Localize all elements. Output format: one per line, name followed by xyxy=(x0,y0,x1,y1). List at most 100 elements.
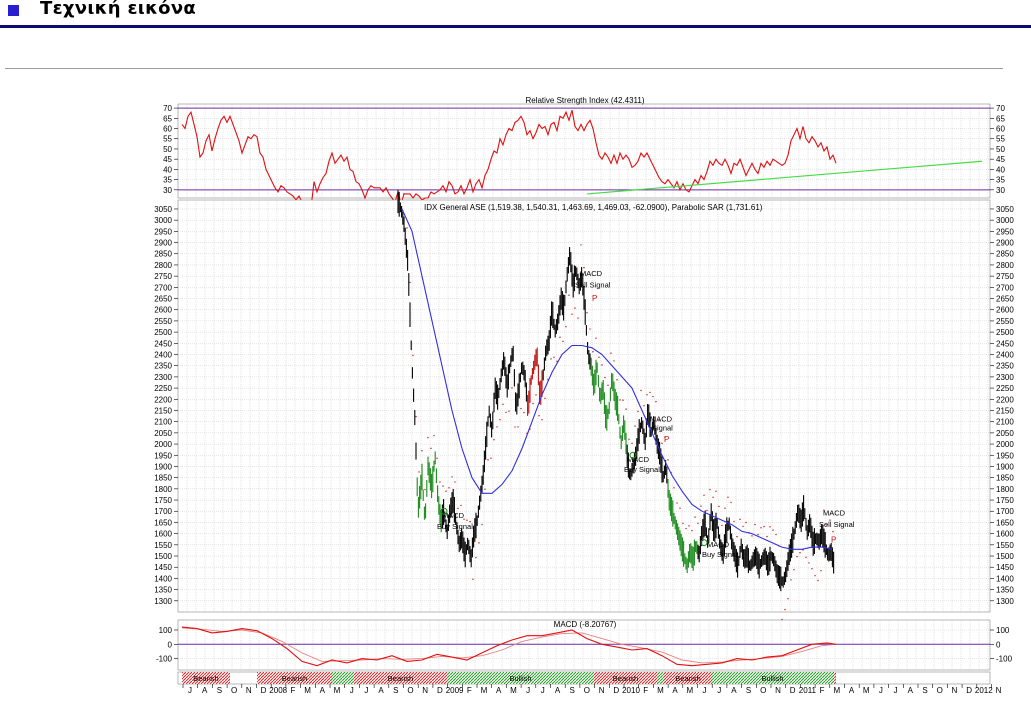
price-ytick-left: 2500 xyxy=(154,328,172,337)
price-ytick-right: 2250 xyxy=(996,384,1014,393)
price-ytick-right: 1850 xyxy=(996,474,1014,483)
sar-dot xyxy=(733,520,735,523)
sar-dot xyxy=(457,507,459,510)
x-tick-label: N xyxy=(996,686,1002,695)
signal-label: Signal xyxy=(652,424,673,433)
sar-dot xyxy=(685,527,687,530)
sar-dot xyxy=(511,387,513,389)
x-tick-label: F xyxy=(643,686,648,695)
sar-dot xyxy=(487,459,489,461)
price-ytick-left: 2700 xyxy=(154,283,172,292)
x-tick-label: D xyxy=(437,686,443,695)
sar-dot xyxy=(616,379,618,381)
sar-dot xyxy=(649,391,651,394)
x-tick-label: A xyxy=(496,686,502,695)
sar-dot xyxy=(601,364,603,366)
sar-dot xyxy=(751,535,753,537)
price-title: IDX General ASE (1,519.38, 1,540.31, 1,4… xyxy=(424,203,763,212)
price-ytick-right: 1700 xyxy=(996,507,1014,516)
sar-dot xyxy=(790,579,792,581)
regime-label: Bearish xyxy=(282,674,307,683)
sar-dot xyxy=(808,562,810,564)
sar-dot xyxy=(817,579,819,582)
sar-dot xyxy=(682,522,684,525)
price-ytick-left: 1700 xyxy=(154,507,172,516)
price-ytick-left: 2600 xyxy=(154,306,172,315)
x-tick-label: F xyxy=(467,686,472,695)
x-tick-label: A xyxy=(672,686,678,695)
rsi-ytick-right: 50 xyxy=(996,145,1005,154)
sar-dot xyxy=(667,459,669,461)
sar-dot xyxy=(637,410,639,413)
price-ytick-left: 2550 xyxy=(154,317,172,326)
sar-dot xyxy=(565,326,567,328)
sar-dot xyxy=(454,481,456,483)
price-ytick-right: 1400 xyxy=(996,574,1014,583)
sar-dot xyxy=(580,244,582,246)
signal-label: MACD xyxy=(442,511,465,520)
sar-dot xyxy=(619,399,621,401)
sar-dot xyxy=(439,481,441,483)
sar-dot xyxy=(691,529,693,532)
sar-dot xyxy=(442,485,444,487)
price-ytick-right: 1950 xyxy=(996,451,1014,460)
rsi-ytick-right: 70 xyxy=(996,104,1005,113)
x-tick-label: N xyxy=(952,686,958,695)
sar-dot xyxy=(586,312,588,314)
sar-dot xyxy=(754,523,756,526)
x-tick-label: 2008 xyxy=(269,686,287,695)
price-ytick-left: 1650 xyxy=(154,518,172,527)
price-ytick-right: 1350 xyxy=(996,586,1014,595)
x-tick-label: J xyxy=(350,686,354,695)
sar-dot xyxy=(784,608,786,611)
sar-dot xyxy=(475,556,477,559)
sar-dot xyxy=(571,313,573,315)
price-ytick-left: 1750 xyxy=(154,496,172,505)
sar-dot xyxy=(676,502,678,504)
x-tick-label: F xyxy=(290,686,295,695)
price-ytick-left: 1500 xyxy=(154,552,172,561)
rsi-ytick-left: 30 xyxy=(163,186,172,195)
x-tick-label: M xyxy=(481,686,488,695)
price-ytick-left: 2300 xyxy=(154,373,172,382)
sar-dot xyxy=(574,307,576,309)
sar-dot xyxy=(661,442,663,445)
price-ytick-right: 2650 xyxy=(996,295,1014,304)
x-tick-label: N xyxy=(599,686,605,695)
price-ytick-right: 2000 xyxy=(996,440,1014,449)
price-ytick-right: 1900 xyxy=(996,462,1014,471)
price-ytick-right: 1450 xyxy=(996,563,1014,572)
sar-dot xyxy=(403,193,405,195)
price-ytick-left: 2750 xyxy=(154,272,172,281)
x-tick-label: A xyxy=(908,686,914,695)
sar-dot xyxy=(730,501,732,504)
sar-dot xyxy=(559,336,561,339)
sar-dot xyxy=(700,505,702,507)
rsi-ytick-right: 55 xyxy=(996,135,1005,144)
rsi-ytick-left: 55 xyxy=(163,135,172,144)
rsi-ytick-left: 50 xyxy=(163,145,172,154)
sar-dot xyxy=(775,533,777,536)
price-ytick-left: 3050 xyxy=(154,205,172,214)
price-ytick-left: 1600 xyxy=(154,530,172,539)
x-tick-label: J xyxy=(526,686,530,695)
rsi-ytick-left: 40 xyxy=(163,165,172,174)
sar-dot xyxy=(418,471,420,473)
sar-dot xyxy=(541,419,543,421)
sar-dot xyxy=(787,598,789,600)
rsi-ytick-right: 30 xyxy=(996,186,1005,195)
price-ytick-left: 2000 xyxy=(154,440,172,449)
sar-dot xyxy=(451,476,453,478)
signal-label: MACD xyxy=(707,540,730,549)
sar-dot xyxy=(793,569,795,571)
x-tick-label: S xyxy=(393,686,398,695)
x-tick-label: A xyxy=(202,686,208,695)
regime-label: Bearish xyxy=(613,674,638,683)
price-ytick-left: 1900 xyxy=(154,462,172,471)
regime-label: Bearish xyxy=(388,674,413,683)
regime-label: Bullish xyxy=(509,674,531,683)
sar-dot xyxy=(631,442,633,445)
x-tick-label: S xyxy=(922,686,927,695)
sar-dot xyxy=(694,516,696,518)
sar-dot xyxy=(652,395,654,398)
